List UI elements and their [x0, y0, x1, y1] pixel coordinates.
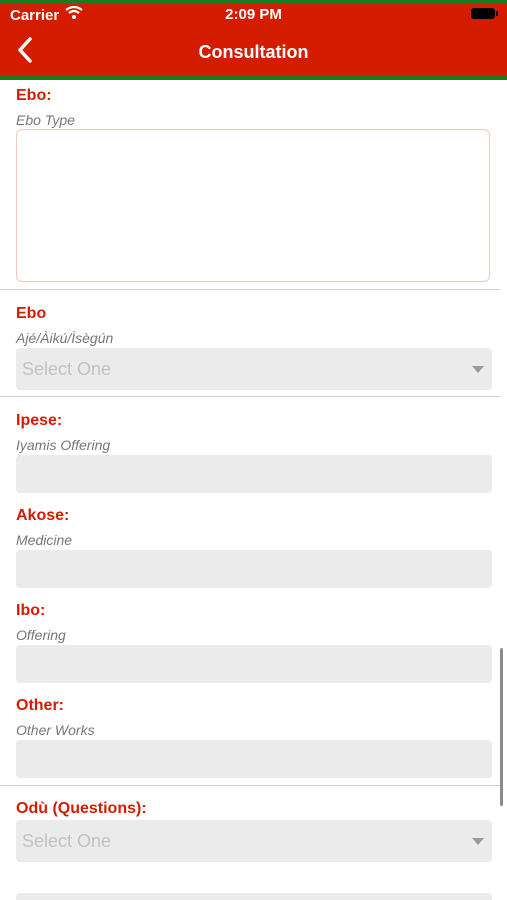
ibo-input[interactable]: [16, 645, 492, 683]
battery-icon: [471, 8, 498, 19]
ebo-type-sublabel: Ebo Type: [16, 112, 75, 128]
next-field-partial[interactable]: [16, 893, 492, 900]
navigation-bar: Consultation: [0, 28, 507, 76]
ibo-label: Ibo:: [16, 602, 46, 619]
odu-select[interactable]: Select One: [16, 820, 492, 862]
akose-input[interactable]: [16, 550, 492, 588]
ebo-select[interactable]: Select One: [16, 348, 492, 390]
ipese-input[interactable]: [16, 455, 492, 493]
ebo-sublabel: Ajé/Àikú/Ìsègún: [16, 330, 114, 346]
scrollbar[interactable]: [500, 648, 503, 806]
caret-down-icon: [472, 837, 484, 845]
akose-label: Akose:: [16, 507, 70, 524]
app-header: Carrier 2:09 PM Consultation: [0, 4, 507, 80]
other-input[interactable]: [16, 740, 492, 778]
ebo-select-value: Select One: [22, 358, 112, 379]
other-sublabel: Other Works: [16, 722, 95, 738]
odu-label: Odù (Questions):: [16, 800, 147, 817]
section-divider: [0, 396, 500, 397]
ibo-sublabel: Offering: [16, 627, 66, 643]
page-title: Consultation: [198, 42, 309, 62]
consultation-form: Ebo: Ebo Type Ebo Ajé/Àikú/Ìsègún Select…: [0, 80, 507, 900]
status-bar: Carrier 2:09 PM: [0, 4, 507, 26]
caret-down-icon: [472, 365, 484, 373]
other-label: Other:: [16, 697, 64, 714]
ipese-label: Ipese:: [16, 412, 63, 429]
ebo-label: Ebo: [16, 305, 47, 322]
status-time: 2:09 PM: [225, 6, 282, 23]
akose-sublabel: Medicine: [16, 532, 73, 548]
ipese-sublabel: Iyamis Offering: [16, 437, 111, 453]
ebo-type-label: Ebo:: [16, 87, 52, 104]
section-divider: [0, 785, 500, 786]
odu-select-value: Select One: [22, 830, 112, 851]
ebo-type-textarea[interactable]: [16, 129, 490, 282]
section-divider: [0, 289, 500, 290]
